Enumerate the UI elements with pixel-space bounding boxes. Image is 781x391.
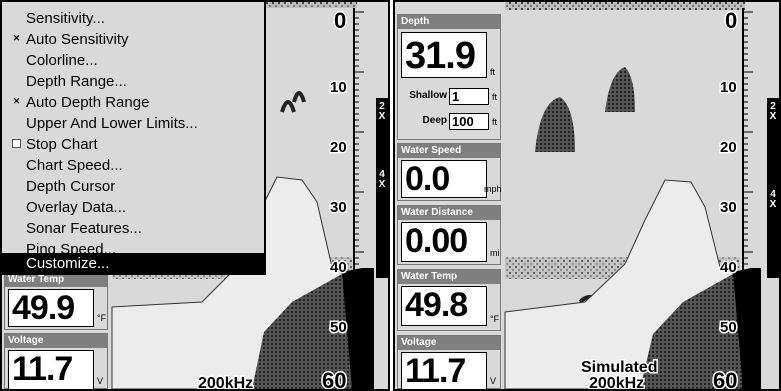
depth-label: Depth bbox=[398, 15, 500, 29]
water-temp-value: 49.9 bbox=[8, 289, 94, 327]
voltage-unit: V bbox=[97, 376, 104, 386]
water-distance-box: Water Distance 0.00 mi bbox=[397, 205, 501, 265]
water-temp-box: Water Temp 49.9 °F bbox=[4, 272, 108, 330]
depth-tick-label: 50 bbox=[330, 319, 347, 336]
depth-tick-label: 10 bbox=[330, 79, 347, 96]
shallow-label: Shallow bbox=[409, 90, 447, 101]
depth-tick-label: 20 bbox=[330, 139, 347, 156]
water-speed-label: Water Speed bbox=[398, 144, 500, 158]
frequency-label: 200kHz bbox=[589, 375, 644, 389]
voltage-value: 11.7 bbox=[8, 350, 94, 389]
zoom-bar[interactable]: 2 X 4 X bbox=[767, 98, 779, 278]
water-speed-unit: mph bbox=[484, 184, 502, 194]
depth-tick-label: 60 bbox=[713, 368, 737, 389]
frequency-label: 200kHz bbox=[198, 375, 253, 389]
checked-icon[interactable]: ✕ bbox=[12, 34, 21, 43]
menu-item-sensitivity[interactable]: Sensitivity... bbox=[2, 8, 264, 29]
zoom-4x-label[interactable]: 4 X bbox=[377, 170, 387, 190]
water-temp-label: Water Temp bbox=[398, 270, 500, 284]
menu-item-upper-lower-limits[interactable]: Upper And Lower Limits... bbox=[2, 113, 264, 134]
deep-alarm-row[interactable]: Deep 100 ft bbox=[401, 113, 501, 131]
water-speed-value: 0.0 bbox=[401, 160, 487, 198]
deep-unit: ft bbox=[492, 117, 498, 127]
checked-icon[interactable]: ✕ bbox=[12, 97, 21, 106]
zoom-bar[interactable]: 2 X 4 X bbox=[376, 98, 388, 278]
shallow-value[interactable]: 1 bbox=[449, 88, 489, 105]
voltage-unit: V bbox=[490, 376, 497, 386]
water-distance-value: 0.00 bbox=[401, 222, 487, 262]
depth-tick-label: 40 bbox=[330, 259, 347, 276]
depth-tick-label: 10 bbox=[720, 79, 737, 96]
zoom-2x-label[interactable]: 2 X bbox=[377, 102, 387, 122]
deep-label: Deep bbox=[422, 115, 447, 126]
voltage-value: 11.7 bbox=[401, 352, 487, 389]
depth-unit: ft bbox=[490, 67, 496, 77]
menu-item-depth-range[interactable]: Depth Range... bbox=[2, 71, 264, 92]
depth-tick-label: 40 bbox=[720, 259, 737, 276]
surface-clutter bbox=[505, 2, 745, 10]
shallow-unit: ft bbox=[492, 92, 498, 102]
menu-item-auto-depth-range[interactable]: ✕ Auto Depth Range bbox=[2, 92, 264, 113]
depth-tick-label: 30 bbox=[720, 199, 737, 216]
zoom-2x-label[interactable]: 2 X bbox=[768, 102, 778, 122]
water-speed-box: Water Speed 0.0 mph bbox=[397, 143, 502, 201]
water-temp-unit: °F bbox=[490, 314, 500, 324]
voltage-box: Voltage 11.7 V bbox=[4, 333, 108, 389]
menu-item-colorline[interactable]: Colorline... bbox=[2, 50, 264, 71]
menu-item-depth-cursor[interactable]: Depth Cursor bbox=[2, 176, 264, 197]
simulated-label: Simulated bbox=[581, 359, 657, 376]
menu-item-customize[interactable]: Customize... bbox=[2, 253, 264, 274]
depth-tick-label: 60 bbox=[322, 368, 346, 389]
voltage-label: Voltage bbox=[398, 336, 500, 350]
unchecked-box-icon[interactable] bbox=[12, 139, 21, 148]
menu-item-sonar-features[interactable]: Sonar Features... bbox=[2, 218, 264, 239]
menu-item-auto-sensitivity[interactable]: ✕ Auto Sensitivity bbox=[2, 29, 264, 50]
voltage-box: Voltage 11.7 V bbox=[397, 335, 501, 389]
depth-tick-label: 30 bbox=[330, 199, 347, 216]
water-temp-box: Water Temp 49.8 °F bbox=[397, 269, 501, 331]
water-distance-label: Water Distance bbox=[398, 206, 500, 220]
right-sonar-screen: 0 10 20 30 40 50 60 Simulated 200kHz 2 X… bbox=[393, 0, 781, 391]
left-sonar-screen: 0 10 20 30 40 50 60 200kHz 2 X 4 X Water… bbox=[0, 0, 390, 391]
depth-tick-label: 20 bbox=[720, 139, 737, 156]
water-temp-unit: °F bbox=[97, 313, 107, 323]
water-temp-value: 49.8 bbox=[401, 286, 487, 326]
sonar-menu: Sensitivity... ✕ Auto Sensitivity Colorli… bbox=[2, 2, 266, 275]
depth-tick-label: 0 bbox=[725, 8, 737, 33]
water-distance-unit: mi bbox=[490, 248, 500, 258]
voltage-label: Voltage bbox=[5, 334, 107, 348]
depth-value: 31.9 bbox=[401, 32, 487, 78]
shallow-alarm-row[interactable]: Shallow 1 ft bbox=[401, 88, 501, 106]
menu-item-overlay-data[interactable]: Overlay Data... bbox=[2, 197, 264, 218]
deep-value[interactable]: 100 bbox=[449, 113, 489, 130]
water-temp-label: Water Temp bbox=[5, 273, 107, 287]
depth-box: Depth 31.9 ft Shallow 1 ft Deep 100 ft bbox=[397, 14, 501, 140]
zoom-4x-label[interactable]: 4 X bbox=[768, 190, 778, 210]
depth-tick-label: 50 bbox=[720, 319, 737, 336]
depth-tick-label: 0 bbox=[334, 8, 346, 33]
menu-item-chart-speed[interactable]: Chart Speed... bbox=[2, 155, 264, 176]
menu-item-stop-chart[interactable]: Stop Chart bbox=[2, 134, 264, 155]
